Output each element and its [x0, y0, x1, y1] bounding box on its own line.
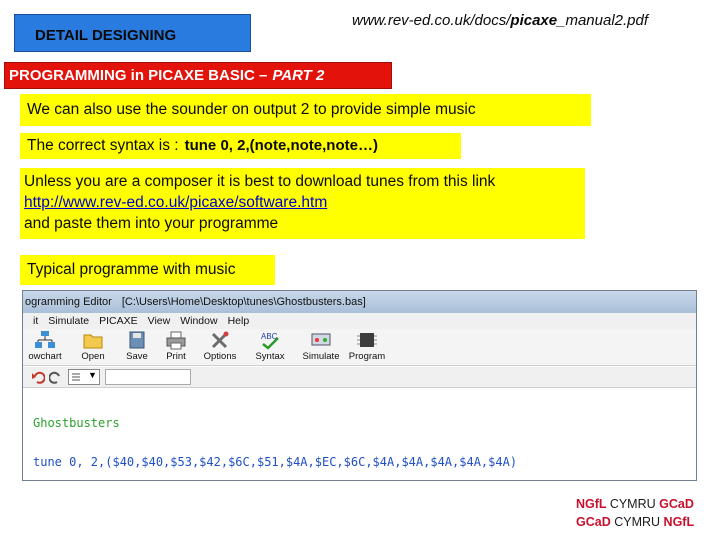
programming-editor-window: ogramming Editor [C:\Users\Home\Desktop\… [22, 290, 697, 481]
url-prefix: www.rev-ed.co.uk/docs/ [352, 12, 511, 29]
mode-select[interactable] [105, 369, 191, 385]
chevron-down-icon: ▼ [88, 370, 97, 380]
menu-view[interactable]: View [148, 315, 171, 327]
url-emph: picaxe [510, 12, 558, 29]
syntax-label: Syntax [255, 351, 285, 362]
redo-icon[interactable] [49, 370, 63, 384]
save-button[interactable]: Save [115, 330, 159, 364]
download-box: Unless you are a composer it is best to … [20, 168, 585, 239]
program-label: Program [348, 351, 386, 362]
printer-icon [166, 331, 186, 350]
ngfl-cymru-logo: NGfL CYMRU GCaD [576, 497, 694, 511]
download-link[interactable]: http://www.rev-ed.co.uk/picaxe/software.… [24, 192, 585, 213]
simulate-icon [311, 333, 331, 346]
syntax-check-icon: ABC [261, 332, 279, 350]
menu-simulate[interactable]: Simulate [48, 315, 89, 327]
menu-picaxe[interactable]: PICAXE [99, 315, 138, 327]
program-chip-icon [357, 333, 377, 347]
print-label: Print [166, 351, 186, 362]
menu-window[interactable]: Window [180, 315, 217, 327]
menu-help[interactable]: Help [228, 315, 250, 327]
code-line-comment: Ghostbusters [33, 416, 120, 430]
options-button[interactable]: Options [198, 330, 242, 364]
flowchart-label: owchart [28, 351, 62, 362]
program-button[interactable]: Program [345, 330, 389, 364]
flowchart-icon [35, 331, 55, 348]
typical-programme-text: Typical programme with music [27, 261, 236, 278]
simulate-button[interactable]: Simulate [299, 330, 343, 364]
section-title-text: PROGRAMMING in PICAXE BASIC – [9, 67, 268, 84]
intro-text: We can also use the sounder on output 2 … [27, 101, 476, 118]
simulate-label: Simulate [302, 351, 340, 362]
logo-cymru-2: CYMRU [614, 515, 661, 529]
syntax-code: tune 0, 2,(note,note,note…) [184, 137, 378, 154]
window-titlebar: ogramming Editor [C:\Users\Home\Desktop\… [23, 291, 696, 313]
logo-ngfl-2: NGfL [663, 515, 695, 529]
logo-ngfl: NGfL [576, 497, 607, 511]
open-folder-icon [83, 334, 103, 349]
syntax-label: The correct syntax is : [27, 137, 179, 154]
syntax-box: The correct syntax is : tune 0, 2,(note,n… [20, 133, 461, 159]
download-line-3: and paste them into your programme [24, 215, 279, 232]
gcad-cymru-logo: GCaD CYMRU NGfL [576, 515, 694, 529]
detail-designing-text: DETAIL DESIGNING [35, 26, 177, 44]
menu-edit[interactable]: it [33, 315, 38, 327]
print-button[interactable]: Print [154, 330, 198, 364]
tools-icon [211, 331, 229, 349]
open-button[interactable]: Open [71, 330, 115, 364]
format-dropdown[interactable]: ▼ [68, 369, 100, 385]
window-file-path: [C:\Users\Home\Desktop\tunes\Ghostbuster… [121, 296, 366, 308]
list-icon [72, 373, 80, 381]
undo-icon[interactable] [31, 370, 45, 384]
toolbar: owchart Open Save Print Options ABC Synt… [23, 329, 696, 366]
url-suffix: _manual2.pdf [557, 12, 649, 29]
save-label: Save [126, 351, 148, 362]
window-title: ogramming Editor [25, 296, 112, 308]
typical-programme-box: Typical programme with music [20, 255, 275, 285]
logo-cymru: CYMRU [609, 497, 656, 511]
section-title: PROGRAMMING in PICAXE BASIC – PART 2 [4, 62, 392, 89]
options-label: Options [203, 351, 237, 362]
code-editor[interactable]: Ghostbusters tune 0, 2,($40,$40,$53,$42,… [33, 391, 518, 480]
open-label: Open [81, 351, 105, 362]
manual-url: www.rev-ed.co.uk/docs/picaxe_manual2.pdf [352, 12, 648, 29]
save-icon [129, 331, 145, 349]
syntax-button[interactable]: ABC Syntax [248, 330, 292, 364]
code-line-tune: tune 0, 2,($40,$40,$53,$42,$6C,$51,$4A,$… [33, 455, 518, 469]
menu-bar: it Simulate PICAXE View Window Help [23, 313, 696, 329]
flowchart-button[interactable]: owchart [23, 330, 67, 364]
download-line-1: Unless you are a composer it is best to … [24, 173, 496, 190]
logo-gcad-2: GCaD [576, 515, 611, 529]
detail-designing-label: DETAIL DESIGNING [14, 14, 251, 52]
logo-gcad: GCaD [659, 497, 694, 511]
intro-box: We can also use the sounder on output 2 … [20, 94, 591, 126]
secondary-toolbar: ▼ [23, 367, 696, 388]
section-part: PART 2 [272, 67, 325, 84]
